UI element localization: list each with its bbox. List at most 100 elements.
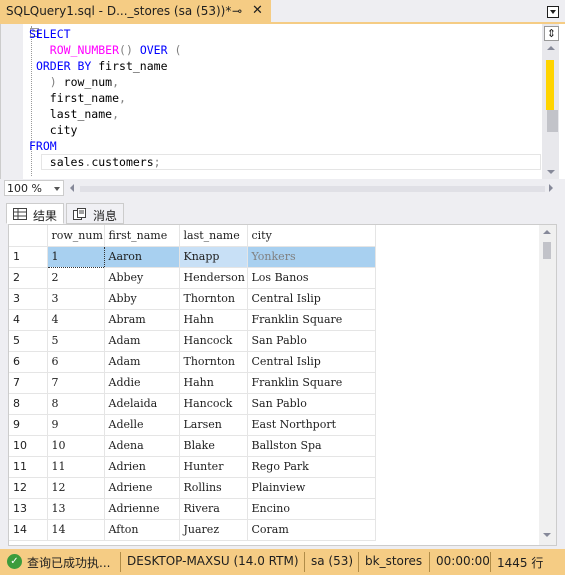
- table-cell[interactable]: Rego Park: [247, 456, 376, 478]
- table-cell[interactable]: 1: [46, 245, 105, 268]
- row-header[interactable]: 2: [9, 267, 48, 289]
- table-cell[interactable]: 11: [47, 456, 105, 478]
- table-cell[interactable]: Addie: [104, 372, 180, 394]
- table-cell[interactable]: Adrienne: [104, 498, 180, 520]
- row-header[interactable]: 5: [9, 330, 48, 352]
- column-header[interactable]: first_name: [104, 225, 180, 247]
- code-line[interactable]: ORDER BY first_name: [29, 58, 181, 74]
- table-cell[interactable]: Adam: [104, 330, 180, 352]
- zoom-select[interactable]: 100 %: [4, 180, 64, 196]
- editor-horizontal-scrollbar[interactable]: [80, 186, 545, 192]
- table-cell[interactable]: Abby: [104, 288, 180, 310]
- table-cell[interactable]: 2: [47, 267, 105, 289]
- code-line[interactable]: ROW_NUMBER() OVER (: [29, 42, 182, 58]
- table-cell[interactable]: San Pablo: [247, 330, 376, 352]
- tab-messages[interactable]: 消息: [66, 203, 125, 224]
- row-header[interactable]: 8: [9, 393, 48, 415]
- table-row[interactable]: 2 2 Abbey Henderson Los Banos: [9, 267, 376, 289]
- table-cell[interactable]: Blake: [179, 435, 248, 457]
- table-cell[interactable]: Adam: [104, 351, 180, 373]
- table-cell[interactable]: Central Islip: [247, 288, 376, 310]
- scroll-up-icon[interactable]: [543, 230, 551, 234]
- table-cell[interactable]: Larsen: [179, 414, 248, 436]
- grid-scroll-thumb[interactable]: [543, 242, 551, 259]
- table-row[interactable]: 12 12 Adriene Rollins Plainview: [9, 477, 376, 499]
- table-cell[interactable]: 13: [47, 498, 105, 520]
- table-row[interactable]: 6 6 Adam Thornton Central Islip: [9, 351, 376, 373]
- scroll-up-icon[interactable]: [547, 46, 555, 50]
- row-header[interactable]: 4: [9, 309, 48, 331]
- table-cell[interactable]: Adelle: [104, 414, 180, 436]
- table-cell[interactable]: Adena: [104, 435, 180, 457]
- table-cell[interactable]: Aaron: [104, 246, 180, 268]
- code-line[interactable]: city: [29, 122, 181, 138]
- table-row[interactable]: 1 1 Aaron Knapp Yonkers: [9, 245, 376, 268]
- scroll-down-icon[interactable]: [543, 533, 551, 537]
- grid-vertical-scrollbar[interactable]: [539, 225, 556, 545]
- table-row[interactable]: 7 7 Addie Hahn Franklin Square: [9, 372, 376, 394]
- table-cell[interactable]: 5: [47, 330, 105, 352]
- row-header[interactable]: 14: [9, 519, 48, 541]
- table-cell[interactable]: Central Islip: [247, 351, 376, 373]
- table-cell[interactable]: Hancock: [179, 393, 248, 415]
- code-line[interactable]: SELECT: [29, 26, 181, 42]
- tab-results[interactable]: 结果: [6, 203, 65, 224]
- table-cell[interactable]: Plainview: [247, 477, 376, 499]
- table-cell[interactable]: Knapp: [179, 246, 248, 268]
- table-cell[interactable]: Abram: [104, 309, 180, 331]
- close-icon[interactable]: ✕: [252, 3, 263, 18]
- table-cell[interactable]: 4: [47, 309, 105, 331]
- table-cell[interactable]: 12: [47, 477, 105, 499]
- column-header[interactable]: last_name: [179, 225, 248, 247]
- code-line[interactable]: last_name,: [29, 106, 181, 122]
- table-cell[interactable]: 9: [47, 414, 105, 436]
- table-cell[interactable]: Encino: [247, 498, 376, 520]
- code-line[interactable]: FROM: [29, 138, 181, 154]
- tab-list-dropdown-icon[interactable]: [547, 6, 559, 18]
- table-cell[interactable]: Franklin Square: [247, 372, 376, 394]
- table-cell[interactable]: Yonkers: [247, 246, 376, 268]
- table-cell[interactable]: Adelaida: [104, 393, 180, 415]
- table-cell[interactable]: Hancock: [179, 330, 248, 352]
- editor-scroll-thumb[interactable]: [547, 110, 558, 132]
- row-header[interactable]: 7: [9, 372, 48, 394]
- table-cell[interactable]: 14: [47, 519, 105, 541]
- row-header[interactable]: 10: [9, 435, 48, 457]
- table-row[interactable]: 14 14 Afton Juarez Coram: [9, 519, 376, 541]
- table-cell[interactable]: 6: [47, 351, 105, 373]
- code-line[interactable]: ) row_num,: [29, 74, 181, 90]
- table-cell[interactable]: Hahn: [179, 309, 248, 331]
- table-cell[interactable]: Juarez: [179, 519, 248, 541]
- query-tab[interactable]: SQLQuery1.sql - D..._stores (sa (53))* ⊸…: [0, 0, 271, 24]
- table-cell[interactable]: Rollins: [179, 477, 248, 499]
- table-cell[interactable]: 3: [47, 288, 105, 310]
- row-header[interactable]: 3: [9, 288, 48, 310]
- table-cell[interactable]: Adriene: [104, 477, 180, 499]
- table-row[interactable]: 10 10 Adena Blake Ballston Spa: [9, 435, 376, 457]
- table-cell[interactable]: Franklin Square: [247, 309, 376, 331]
- table-row[interactable]: 3 3 Abby Thornton Central Islip: [9, 288, 376, 310]
- table-cell[interactable]: Thornton: [179, 288, 248, 310]
- results-grid[interactable]: row_num first_name last_name city 1 1 Aaro…: [8, 224, 557, 546]
- row-header[interactable]: 12: [9, 477, 48, 499]
- code-line[interactable]: first_name,: [29, 90, 181, 106]
- row-header[interactable]: 13: [9, 498, 48, 520]
- split-icon[interactable]: ⇕: [544, 26, 559, 41]
- sql-code[interactable]: SELECT ROW_NUMBER() OVER ( ORDER BY firs…: [29, 26, 181, 170]
- table-cell[interactable]: Ballston Spa: [247, 435, 376, 457]
- row-header[interactable]: 11: [9, 456, 48, 478]
- table-cell[interactable]: Adrien: [104, 456, 180, 478]
- table-cell[interactable]: Hahn: [179, 372, 248, 394]
- code-line[interactable]: sales.customers;: [29, 154, 181, 170]
- table-row[interactable]: 4 4 Abram Hahn Franklin Square: [9, 309, 376, 331]
- table-cell[interactable]: East Northport: [247, 414, 376, 436]
- row-header[interactable]: 9: [9, 414, 48, 436]
- grid-corner[interactable]: [9, 225, 48, 247]
- table-cell[interactable]: 8: [47, 393, 105, 415]
- table-row[interactable]: 11 11 Adrien Hunter Rego Park: [9, 456, 376, 478]
- column-header[interactable]: city: [247, 225, 376, 247]
- scroll-right-icon[interactable]: [549, 184, 553, 192]
- row-header[interactable]: 1: [9, 246, 48, 268]
- table-row[interactable]: 5 5 Adam Hancock San Pablo: [9, 330, 376, 352]
- sql-editor[interactable]: − SELECT ROW_NUMBER() OVER ( ORDER BY fi…: [0, 24, 565, 179]
